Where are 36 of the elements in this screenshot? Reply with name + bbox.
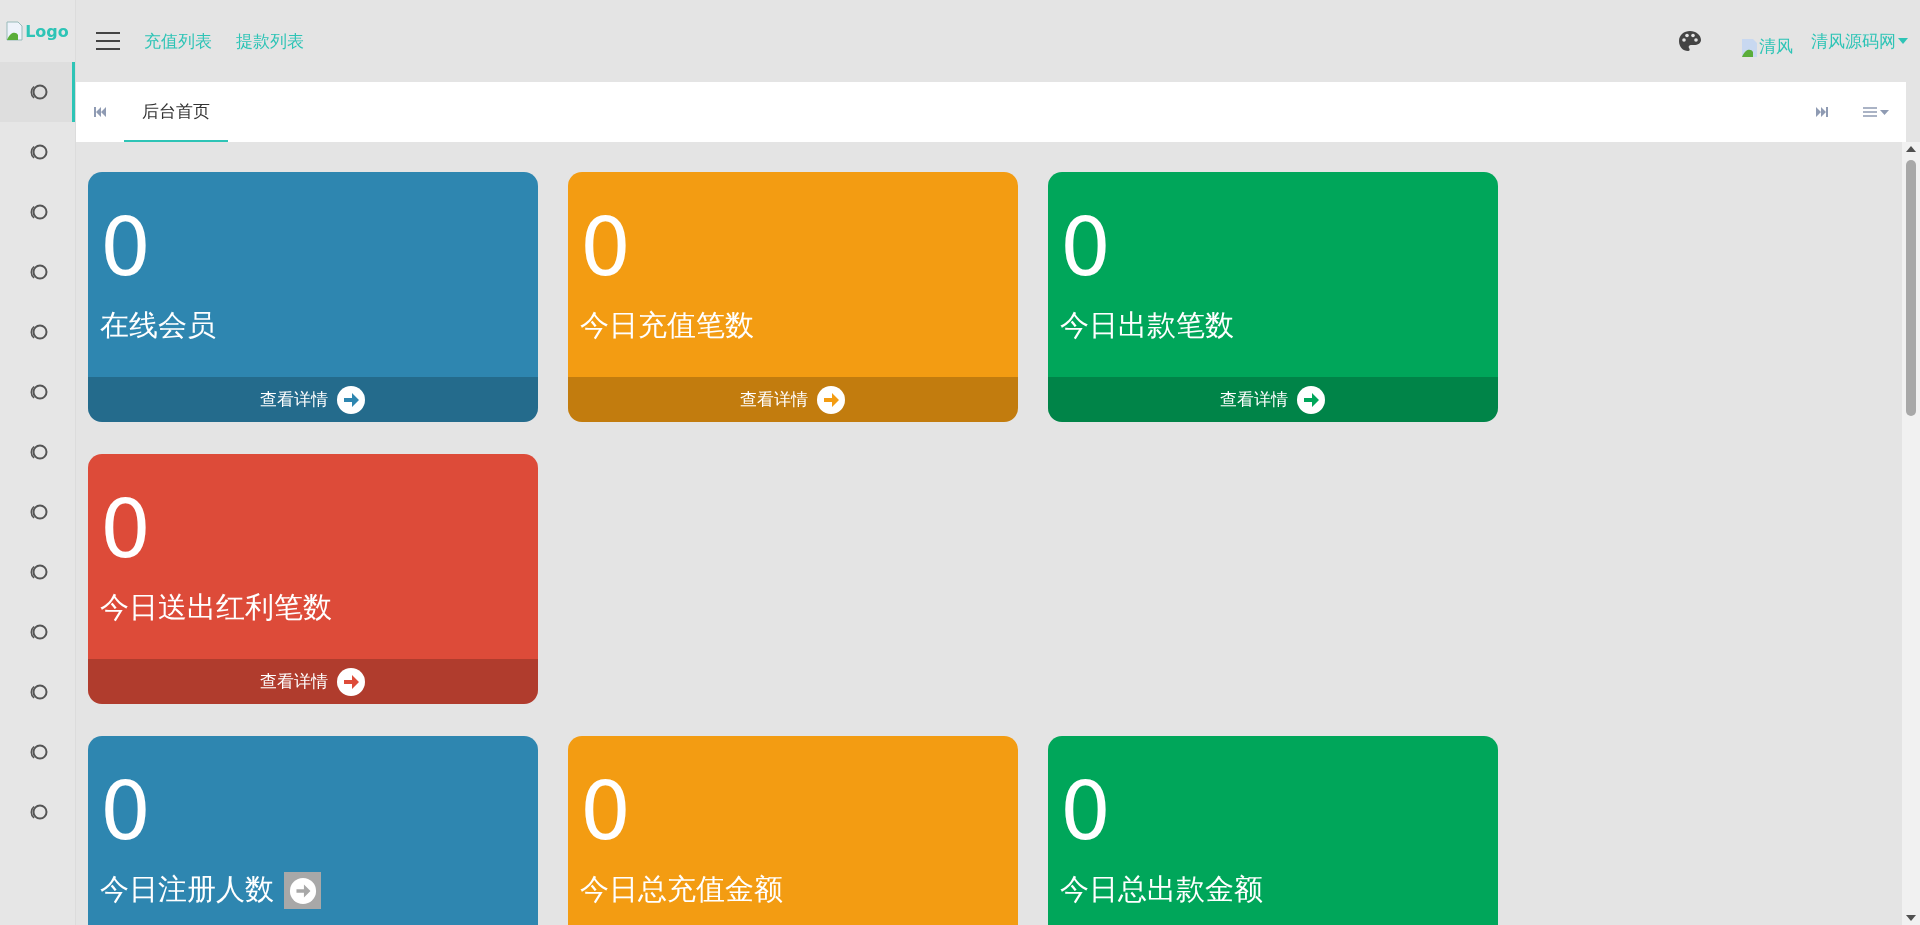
- broken-image-icon: [6, 21, 25, 41]
- logo-text: Logo: [25, 21, 69, 41]
- details-link[interactable]: 查看详情: [88, 377, 538, 422]
- stat-label: 今日总出款金额: [1060, 872, 1263, 907]
- arrow-right-icon: [816, 384, 846, 415]
- arrow-right-icon: [336, 384, 366, 415]
- scroll-thumb[interactable]: [1906, 160, 1916, 416]
- caret-icon: [1898, 38, 1908, 44]
- list-caret-icon: [1863, 106, 1889, 118]
- arrow-right-icon: [336, 666, 366, 697]
- stat-label: 今日送出红利笔数: [100, 590, 332, 625]
- stat-label: 在线会员: [100, 308, 216, 343]
- stat-value: 0: [1059, 200, 1111, 288]
- menu-icon[interactable]: [96, 32, 120, 50]
- skip-back-icon: [94, 107, 106, 117]
- broken-image-icon: [1741, 37, 1759, 58]
- stat-value: 0: [99, 482, 151, 570]
- stat-label: 今日注册人数: [100, 872, 274, 907]
- skip-forward-icon: [1816, 107, 1828, 117]
- sidebar-item[interactable]: [0, 62, 75, 122]
- stat-label: 今日总充值金额: [580, 872, 783, 907]
- stat-value: 0: [579, 200, 631, 288]
- stat-label: 今日出款笔数: [1060, 308, 1234, 343]
- arrow-right-icon: [1296, 384, 1326, 415]
- details-link[interactable]: 查看详情: [88, 659, 538, 704]
- scrollbar[interactable]: [1902, 142, 1920, 925]
- avatar-alt-text: 清风: [1759, 34, 1793, 58]
- tab[interactable]: 后台首页: [124, 82, 228, 142]
- stat-value: 0: [1059, 764, 1111, 852]
- stat-label: 今日充值笔数: [580, 308, 754, 343]
- details-link[interactable]: 查看详情: [1048, 377, 1498, 422]
- palette-icon[interactable]: [1679, 31, 1701, 51]
- stat-value: 0: [99, 764, 151, 852]
- stat-value: 0: [579, 764, 631, 852]
- details-link[interactable]: 查看详情: [568, 377, 1018, 422]
- stat-value: 0: [99, 200, 151, 288]
